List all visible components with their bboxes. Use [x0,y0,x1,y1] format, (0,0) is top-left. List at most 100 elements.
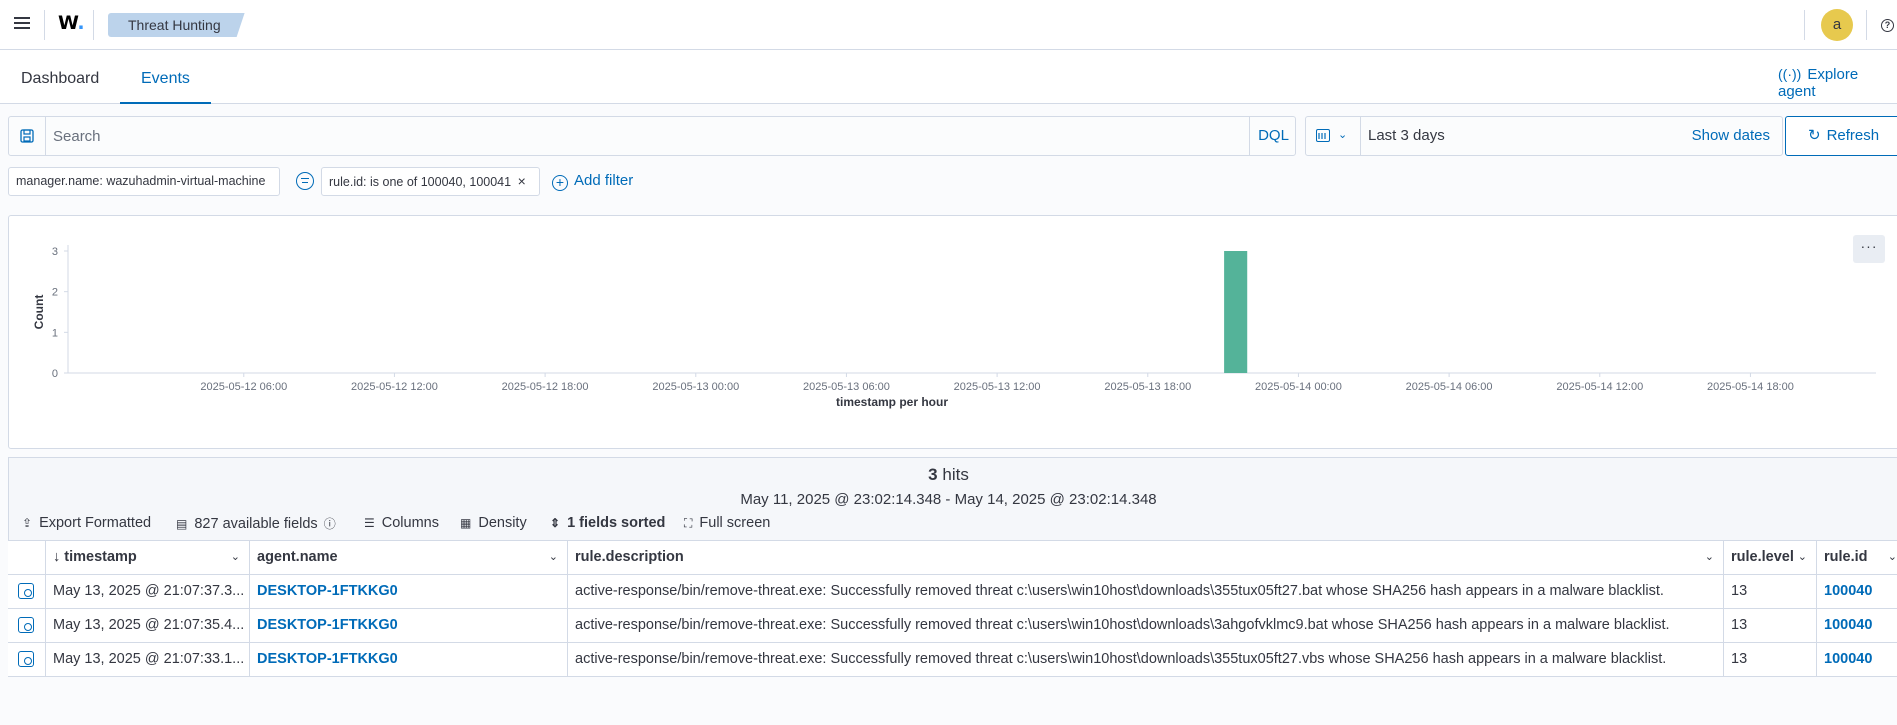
more-options-icon[interactable]: ··· [1853,235,1885,263]
inspect-document-icon[interactable] [18,583,34,599]
chevron-down-icon[interactable]: ⌄ [549,541,558,574]
x-tick-label: 2025-05-14 00:00 [1255,381,1342,393]
x-tick-label: 2025-05-14 06:00 [1406,381,1493,393]
calendar-icon [1316,129,1330,142]
chevron-down-icon[interactable]: ⌄ [231,541,240,574]
x-tick-label: 2025-05-13 18:00 [1104,381,1191,393]
column-header-rule-level[interactable]: rule.level ⌄ [1724,541,1817,574]
divider [1804,10,1805,40]
divider [44,10,45,40]
info-icon: ⓘ [323,517,336,531]
density-icon: ▦ [460,516,472,530]
x-tick-label: 2025-05-12 06:00 [200,381,287,393]
rule-id-link[interactable]: 100040 [1824,651,1872,667]
full-screen-button[interactable]: ⛶ Full screen [684,515,770,531]
results-table: ↓ timestamp ⌄ agent.name ⌄ rule.description… [8,540,1897,677]
column-header-rule-description[interactable]: rule.description ⌄ [568,541,1724,574]
tab-dashboard[interactable]: Dashboard [0,50,120,104]
avatar[interactable]: a [1821,9,1853,41]
column-header-rule-id[interactable]: rule.id ⌄ [1817,541,1897,574]
rule-level-cell: 13 [1724,609,1817,642]
save-icon [20,129,34,143]
rule-id-link[interactable]: 100040 [1824,617,1872,633]
export-icon: ⇪ [22,516,33,530]
top-header: W. Threat Hunting a ? [0,0,1897,50]
fullscreen-icon: ⛶ [684,516,693,530]
inspect-document-icon[interactable] [18,651,34,667]
results-time-range: May 11, 2025 @ 23:02:14.348 - May 14, 20… [740,491,1157,508]
x-tick-label: 2025-05-14 18:00 [1707,381,1794,393]
x-axis-label: timestamp per hour [836,395,948,409]
sort-fields-button[interactable]: ⇕ 1 fields sorted [550,515,665,531]
y-axis-label: Count [32,295,46,330]
inspect-document-icon[interactable] [18,617,34,633]
tab-events[interactable]: Events [120,50,211,104]
show-dates-link[interactable]: Show dates [1692,127,1770,144]
close-icon[interactable]: × [518,173,526,189]
agent-link[interactable]: DESKTOP-1FTKKG0 [257,583,398,599]
filter-menu-icon[interactable] [296,172,314,190]
rule-description-cell: active-response/bin/remove-threat.exe: S… [568,609,1724,642]
help-icon[interactable]: ? [1881,19,1894,32]
query-language-button[interactable]: DQL [1249,117,1297,155]
histogram-bar [1224,251,1248,373]
hits-count: 3 hits [928,465,969,484]
date-picker: ⌄ Last 3 days Show dates [1305,116,1783,156]
chevron-down-icon[interactable]: ⌄ [1798,541,1807,574]
x-tick-label: 2025-05-12 12:00 [351,381,438,393]
broadcast-icon: ((·)) [1778,66,1802,82]
export-formatted-button[interactable]: ⇪ Export Formatted [22,515,151,531]
add-filter-button[interactable]: + Add filter [552,172,633,191]
rule-id-link[interactable]: 100040 [1824,583,1872,599]
date-range-text[interactable]: Last 3 days [1368,127,1445,144]
refresh-label: Refresh [1826,127,1880,144]
menu-icon[interactable] [12,14,32,34]
rule-id-cell: 100040 [1817,575,1897,608]
search-input[interactable] [53,125,1233,147]
refresh-button[interactable]: ↻ Refresh [1785,116,1897,156]
table-row: May 13, 2025 @ 21:07:37.3... DESKTOP-1FT… [8,575,1897,609]
agent-link[interactable]: DESKTOP-1FTKKG0 [257,617,398,633]
rule-description-cell: active-response/bin/remove-threat.exe: S… [568,643,1724,676]
explore-agent-button[interactable]: ((·)) Explore agent [1778,66,1897,100]
column-header-timestamp[interactable]: ↓ timestamp ⌄ [46,541,250,574]
x-tick-label: 2025-05-14 12:00 [1556,381,1643,393]
timestamp-cell: May 13, 2025 @ 21:07:33.1... [46,643,250,676]
available-fields-button[interactable]: ▤ 827 available fields ⓘ [176,515,343,532]
x-tick-label: 2025-05-12 18:00 [502,381,589,393]
density-button[interactable]: ▦ Density [460,515,527,531]
rule-level-cell: 13 [1724,575,1817,608]
rule-id-cell: 100040 [1817,609,1897,642]
rule-description-cell: active-response/bin/remove-threat.exe: S… [568,575,1724,608]
agent-link[interactable]: DESKTOP-1FTKKG0 [257,651,398,667]
logo[interactable]: W. [58,12,85,34]
y-tick-label: 1 [52,327,58,339]
x-tick-label: 2025-05-13 00:00 [652,381,739,393]
y-tick-label: 2 [52,287,58,299]
sort-desc-icon: ↓ [53,549,61,565]
filter-label: rule.id: is one of 100040, 100041 [329,175,512,189]
saved-queries-button[interactable] [9,117,46,155]
table-header-row: ↓ timestamp ⌄ agent.name ⌄ rule.description… [8,541,1897,575]
agent-name-cell: DESKTOP-1FTKKG0 [250,643,568,676]
breadcrumb[interactable]: Threat Hunting [108,13,245,37]
divider [1866,10,1867,40]
agent-name-cell: DESKTOP-1FTKKG0 [250,575,568,608]
x-tick-label: 2025-05-13 06:00 [803,381,890,393]
inspect-cell [8,609,46,642]
table-row: May 13, 2025 @ 21:07:35.4... DESKTOP-1FT… [8,609,1897,643]
divider [93,10,94,40]
add-filter-label: Add filter [574,172,634,189]
columns-button[interactable]: ☰ Columns [364,515,439,531]
inspect-cell [8,643,46,676]
filter-pill-manager[interactable]: manager.name: wazuhadmin-virtual-machine [8,167,280,196]
refresh-icon: ↻ [1808,127,1821,144]
filter-pill-rule-id[interactable]: rule.id: is one of 100040, 100041 × [321,167,540,196]
column-header-agent-name[interactable]: agent.name ⌄ [250,541,568,574]
filter-label: manager.name: wazuhadmin-virtual-machine [16,174,266,188]
quick-select-button[interactable]: ⌄ [1306,117,1361,155]
inspect-cell [8,575,46,608]
chevron-down-icon[interactable]: ⌄ [1888,541,1897,574]
chevron-down-icon[interactable]: ⌄ [1705,541,1714,574]
timestamp-cell: May 13, 2025 @ 21:07:37.3... [46,575,250,608]
